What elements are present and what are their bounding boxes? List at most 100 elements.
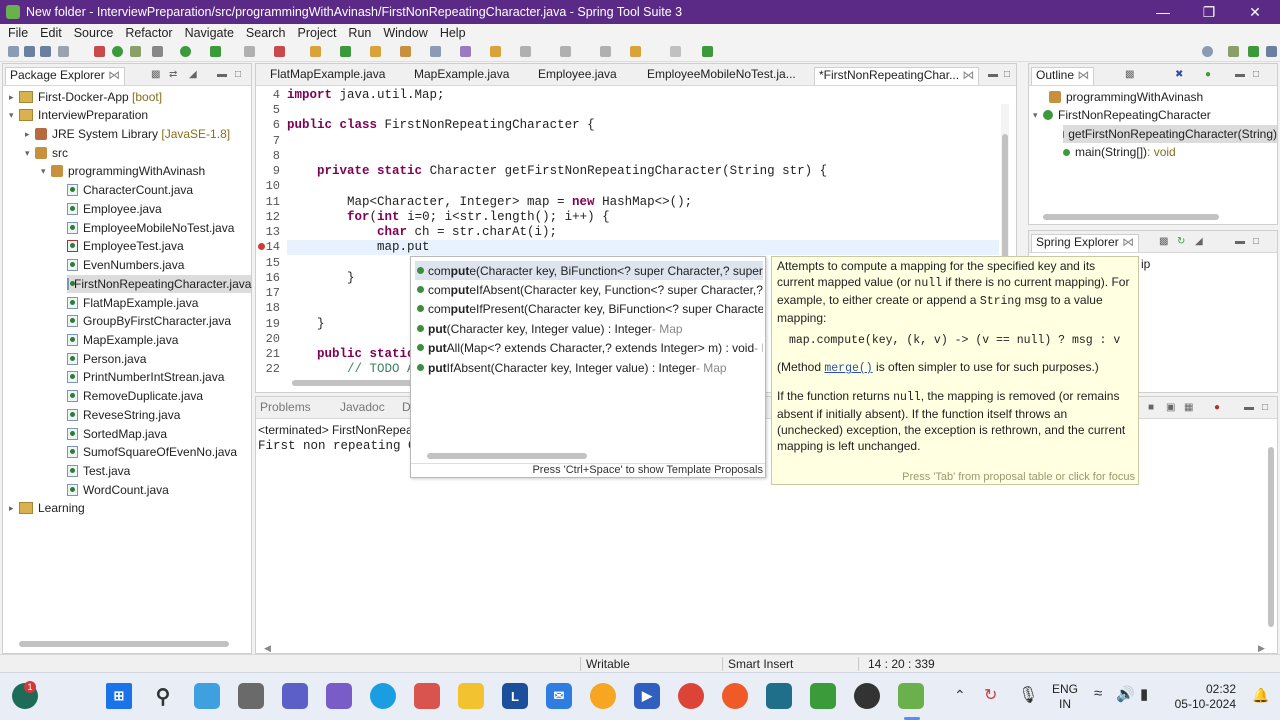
close-icon[interactable]: ⋈ [1122,235,1134,249]
tab-package-explorer[interactable]: Package Explorer ⋈ [5,67,126,85]
outline-item-class[interactable]: ▾ FirstNonRepeatingCharacter [1033,106,1211,124]
horizontal-scrollbar[interactable] [1043,214,1219,220]
toggle-mark-icon[interactable] [520,46,531,57]
open-perspective-icon[interactable] [702,46,713,57]
proposal-item[interactable]: com put eIfPresent(Character key, BiFuncti… [415,299,763,318]
new-class-icon[interactable] [340,46,351,57]
tree-item-src[interactable]: ▾ src [25,144,68,162]
restore-button[interactable]: ❐ [1186,0,1232,24]
proposal-item[interactable]: put All(Map<? extends Character,? extends… [415,338,763,357]
refresh-icon[interactable]: ↻ [1177,236,1185,247]
forward-icon[interactable] [670,46,681,57]
chevron-right-icon[interactable]: ▸ [25,129,35,140]
tab-problems[interactable]: Problems [260,400,311,418]
postman-icon[interactable] [722,683,748,709]
tree-item-file[interactable]: PrintNumberIntStrean.java [67,368,224,386]
task-view-icon[interactable] [238,683,264,709]
print-icon[interactable] [58,46,69,57]
teams-icon[interactable] [282,683,308,709]
spring-perspective-icon[interactable] [1248,46,1259,57]
tab-employee[interactable]: Employee.java [538,67,617,85]
tree-item-file[interactable]: Employee.java [67,200,162,218]
chevron-down-icon[interactable]: ▾ [41,166,51,177]
minimize-view-icon[interactable]: ▬ [1235,236,1245,247]
outline-item-method-selected[interactable]: getFirstNonRepeatingCharacter(String) [1063,125,1277,143]
menu-project[interactable]: Project [298,26,337,40]
clock[interactable]: 02:32 05-10-2024 [1170,682,1236,712]
java-perspective-icon[interactable] [1228,46,1239,57]
l-app-icon[interactable]: L [502,683,528,709]
scroll-left-icon[interactable]: ◀ [264,643,271,654]
proposal-item[interactable]: put (Character key, Integer value) : Inte… [415,319,763,338]
chevron-down-icon[interactable]: ▾ [1033,110,1043,121]
code-line[interactable]: char ch = str.charAt(i); [287,225,557,240]
link-editor-icon[interactable]: ⇄ [169,69,177,80]
close-icon[interactable]: ⋈ [108,68,120,82]
search-toolbar-icon[interactable] [430,46,441,57]
minimize-view-icon[interactable]: ▬ [1235,69,1245,80]
debug-icon[interactable] [94,46,105,57]
tree-item-file[interactable]: WordCount.java [67,481,169,499]
open-type-icon[interactable] [370,46,381,57]
save-icon[interactable] [24,46,35,57]
spring-boot-icon[interactable] [112,46,123,57]
code-line[interactable]: public class FirstNonRepeatingCharacter … [287,118,595,133]
menu-edit[interactable]: Edit [40,26,62,40]
tree-item-file[interactable]: RemoveDuplicate.java [67,387,203,405]
outline-item-package[interactable]: programmingWithAvinash [1049,88,1203,106]
spring-explorer-item[interactable]: ip [1141,257,1150,271]
hide-static-icon[interactable]: ● [1205,69,1211,80]
proposal-item[interactable]: put IfAbsent(Character key, Integer value… [415,358,763,377]
hide-fields-icon[interactable]: ✖ [1175,69,1183,80]
code-line[interactable]: public static [287,347,415,362]
tree-item-jre-library[interactable]: ▸ JRE System Library [JavaSE-1.8] [25,125,230,143]
minimize-button[interactable]: — [1140,0,1186,24]
maximize-view-icon[interactable]: □ [1253,69,1259,80]
new-java-project-icon[interactable] [310,46,321,57]
open-console-icon[interactable]: ▦ [1184,402,1193,413]
filter-icon[interactable]: ◢ [1195,236,1203,247]
spreadsheet-icon[interactable] [810,683,836,709]
start-icon[interactable]: ⊞ [106,683,132,709]
collapse-all-icon[interactable]: ▩ [1159,236,1168,247]
error-marker-icon[interactable] [258,243,265,250]
search-icon[interactable]: ⚲ [150,683,176,709]
tab-firstnonrepeatingcharacter[interactable]: *FirstNonRepeatingChar... ⋈ [814,67,980,85]
stop-icon[interactable] [244,46,255,57]
chevron-up-icon[interactable]: ⌃ [954,687,966,704]
minimize-view-icon[interactable]: ▬ [988,69,998,80]
tab-flatmapexample[interactable]: FlatMapExample.java [270,67,385,85]
merge-link[interactable]: merge() [824,362,872,375]
tree-item-file[interactable]: SumofSquareOfEvenNo.java [67,443,237,461]
outline-item-method[interactable]: main(String[]) : void [1063,143,1176,161]
code-line[interactable]: for(int i=0; i<str.length(); i++) { [287,210,610,225]
sort-icon[interactable]: ▩ [1125,69,1134,80]
mail-icon[interactable]: ✉ [546,683,572,709]
tab-outline[interactable]: Outline ⋈ [1031,67,1095,85]
tree-item-package[interactable]: ▾ programmingWithAvinash [41,162,205,180]
code-line[interactable]: import java.util.Map; [287,88,445,103]
tab-employeemobilenotest[interactable]: EmployeeMobileNoTest.ja... [647,67,796,85]
menu-refactor[interactable]: Refactor [125,26,172,40]
quick-access-search-icon[interactable] [1202,46,1213,57]
menu-source[interactable]: Source [74,26,114,40]
close-icon[interactable]: ⋈ [1077,68,1089,82]
proposal-item[interactable]: com put eIfAbsent(Character key, Function<… [415,280,763,299]
back-icon[interactable] [630,46,641,57]
teams-work-icon[interactable] [326,683,352,709]
next-annotation-icon[interactable] [560,46,571,57]
stop-console-icon[interactable]: ● [1214,402,1220,413]
snipping-tool-icon[interactable] [414,683,440,709]
tree-item-file[interactable]: Person.java [67,350,146,368]
obs-icon[interactable] [854,683,880,709]
tab-spring-explorer[interactable]: Spring Explorer ⋈ [1031,234,1140,252]
save-all-icon[interactable] [40,46,51,57]
tree-item-file[interactable]: ReveseString.java [67,406,180,424]
file-explorer-icon[interactable] [458,683,484,709]
prev-annotation-icon[interactable] [600,46,611,57]
battery-icon[interactable]: ▮ [1140,685,1148,703]
code-line[interactable]: Map<Character, Integer> map = new HashMa… [287,195,692,210]
annotation-icon[interactable] [460,46,471,57]
tree-item-learning[interactable]: ▸ Learning [9,499,85,517]
tree-item-file[interactable]: GroupByFirstCharacter.java [67,312,231,330]
